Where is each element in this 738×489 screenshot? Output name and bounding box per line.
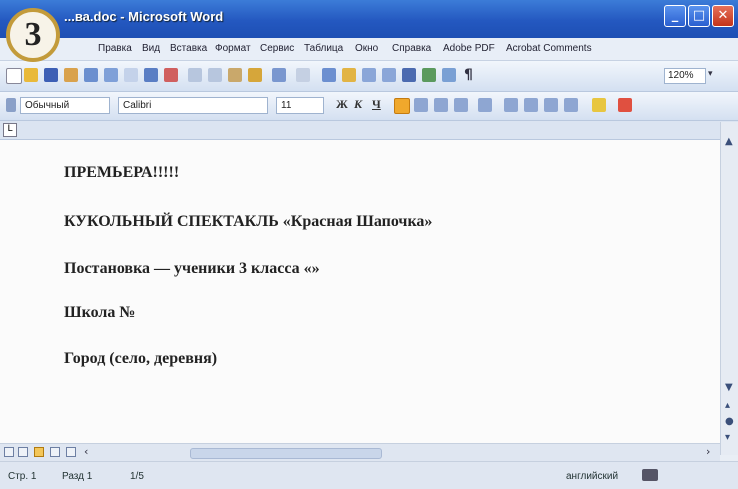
redo-icon[interactable] [296,68,310,82]
doc-paragraph: Город (село, деревня) [64,350,218,367]
paste-icon[interactable] [228,68,242,82]
italic-button[interactable]: К [354,97,362,112]
standard-toolbar: ¶ 120% ▾ [0,61,738,92]
bullets-icon[interactable] [524,98,538,112]
permission-icon[interactable] [64,68,78,82]
formatting-toolbar: Обычный Calibri 11 Ж К Ч [0,92,738,121]
browse-object-icon[interactable]: ● [725,416,734,427]
print-preview-icon[interactable] [124,68,138,82]
status-section: Разд 1 [62,471,93,482]
status-bar: Стр. 1 Разд 1 1/5 английский [0,461,738,489]
tab-selector-button[interactable]: L [3,123,17,137]
style-select[interactable]: Обычный [20,97,110,114]
status-pages: 1/5 [130,471,144,482]
status-page: Стр. 1 [8,471,37,482]
previous-page-icon[interactable]: ▴ [725,400,730,411]
ruler: L [0,121,738,140]
doc-paragraph: Школа № [64,304,136,321]
menu-item-insert[interactable]: Вставка [170,43,207,54]
window-title: ...ва.doc - Microsoft Word [64,9,224,24]
spelling-icon[interactable] [144,68,158,82]
horizontal-scrollbar[interactable]: ‹ › [0,443,720,462]
doc-paragraph: ПРЕМЬЕРА!!!!! [64,164,180,181]
justify-icon[interactable] [454,98,468,112]
reading-layout-view-icon[interactable] [66,447,76,457]
chevron-down-icon[interactable]: ▾ [708,69,713,79]
new-document-icon[interactable] [6,68,22,84]
align-left-icon[interactable] [394,98,410,114]
align-center-icon[interactable] [414,98,428,112]
styles-pane-icon[interactable] [6,98,16,112]
document-map-icon[interactable] [442,68,456,82]
menu-item-acrobat-comments[interactable]: Acrobat Comments [506,43,592,54]
paragraph-mark-icon[interactable]: ¶ [464,67,473,83]
copy-icon[interactable] [208,68,222,82]
normal-view-icon[interactable] [4,447,14,457]
menu-item-format[interactable]: Формат [215,43,251,54]
tables-borders-icon[interactable] [342,68,356,82]
cut-icon[interactable] [188,68,202,82]
open-folder-icon[interactable] [24,68,38,82]
email-icon[interactable] [84,68,98,82]
doc-paragraph: Постановка — ученики 3 класса «» [64,260,320,277]
bold-button[interactable]: Ж [336,97,348,112]
menu-bar: Правка Вид Вставка Формат Сервис Таблица… [0,38,738,61]
numbering-icon[interactable] [504,98,518,112]
web-layout-view-icon[interactable] [18,447,28,457]
document-page[interactable]: ПРЕМЬЕРА!!!!! КУКОЛЬНЫЙ СПЕКТАКЛЬ «Красн… [0,140,720,443]
save-icon[interactable] [44,68,58,82]
print-icon[interactable] [104,68,118,82]
decrease-indent-icon[interactable] [544,98,558,112]
maximize-button[interactable]: □ [688,5,710,27]
menu-item-adobe-pdf[interactable]: Adobe PDF [443,43,495,54]
align-right-icon[interactable] [434,98,448,112]
minimize-button[interactable]: _ [664,5,686,27]
font-size-select[interactable]: 11 [276,97,324,114]
increase-indent-icon[interactable] [564,98,578,112]
insert-excel-icon[interactable] [382,68,396,82]
spelling-status-icon[interactable] [642,469,658,481]
scroll-up-icon[interactable]: ▲ [725,136,733,147]
highlight-icon[interactable] [592,98,606,112]
status-language[interactable]: английский [566,471,618,482]
next-page-icon[interactable]: ▾ [725,432,730,443]
line-spacing-icon[interactable] [478,98,492,112]
horizontal-scroll-thumb[interactable] [190,448,382,459]
menu-item-help[interactable]: Справка [392,43,431,54]
font-color-icon[interactable] [618,98,632,112]
menu-item-view[interactable]: Вид [142,43,160,54]
scroll-right-icon[interactable]: › [706,445,710,458]
research-icon[interactable] [164,68,178,82]
hyperlink-icon[interactable] [322,68,336,82]
font-select[interactable]: Calibri [118,97,268,114]
scroll-down-icon[interactable]: ▼ [725,382,733,393]
print-layout-view-icon[interactable] [34,447,44,457]
format-painter-icon[interactable] [248,68,262,82]
menu-item-edit[interactable]: Правка [98,43,132,54]
underline-button[interactable]: Ч [372,97,381,112]
outline-view-icon[interactable] [50,447,60,457]
scroll-left-icon[interactable]: ‹ [84,445,88,458]
doc-paragraph: КУКОЛЬНЫЙ СПЕКТАКЛЬ «Красная Шапочка» [64,213,433,230]
zoom-select[interactable]: 120% [664,68,706,84]
insert-table-icon[interactable] [362,68,376,82]
drawing-icon[interactable] [422,68,436,82]
menu-item-tools[interactable]: Сервис [260,43,294,54]
menu-item-window[interactable]: Окно [355,43,378,54]
close-button[interactable]: ✕ [712,5,734,27]
vertical-scrollbar[interactable]: ▲ ▼ ▴ ● ▾ [720,122,738,455]
word-window: ...ва.doc - Microsoft Word _ □ ✕ 3 Правк… [0,0,738,489]
menu-item-table[interactable]: Таблица [304,43,343,54]
title-bar: ...ва.doc - Microsoft Word _ □ ✕ [0,0,738,38]
undo-icon[interactable] [272,68,286,82]
step-number-badge: 3 [6,8,60,62]
columns-icon[interactable] [402,68,416,82]
